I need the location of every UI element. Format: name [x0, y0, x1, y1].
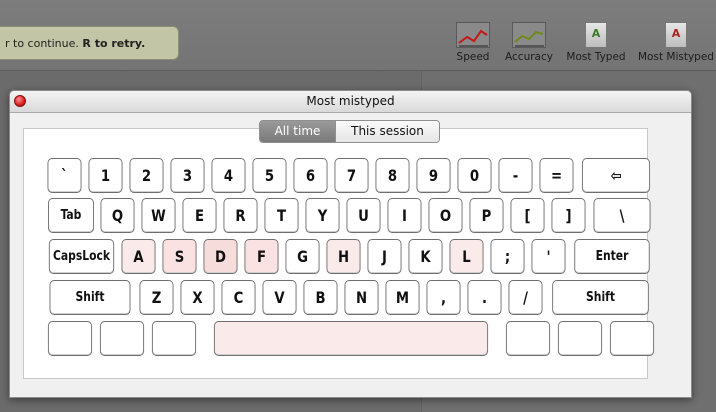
key-w: W: [141, 198, 176, 233]
key-9: 9: [416, 158, 451, 193]
key-a: A: [121, 239, 156, 274]
key-e: E: [182, 198, 217, 233]
key-3: 3: [170, 158, 205, 193]
key-5: 5: [252, 158, 287, 193]
keyboard-panel: ` 1 2 3 4 5 6 7 8 9 0- = ⇦ Tab Q W E R T Y U I O P[] \ CapsLock A S…: [23, 128, 655, 379]
key-backspace: ⇦: [581, 158, 651, 193]
speed-graph-icon: [456, 22, 490, 48]
key-g: G: [285, 239, 320, 274]
most-typed-label: Most Typed: [566, 51, 626, 63]
key-d: D: [203, 239, 238, 274]
key-enter: Enter: [574, 239, 650, 274]
key-f: F: [244, 239, 279, 274]
hint-text: r to continue.: [5, 37, 79, 50]
key-blank-4-6: [609, 321, 655, 356]
key-y: Y: [305, 198, 340, 233]
key-4: 4: [211, 158, 246, 193]
dialog-title: Most mistyped: [306, 94, 395, 108]
key-r: R: [223, 198, 258, 233]
key-m: M: [385, 280, 420, 315]
most-mistyped-label: Most Mistyped: [638, 51, 714, 63]
key-rbracket: ]: [551, 198, 586, 233]
key-k: K: [408, 239, 443, 274]
key-blank-4-3: [213, 321, 489, 356]
key-equals: =: [539, 158, 574, 193]
dialog-titlebar[interactable]: Most mistyped: [10, 91, 691, 113]
tab-this-session[interactable]: This session: [335, 121, 439, 142]
key-blank-4-0: [47, 321, 93, 356]
key-i: I: [387, 198, 422, 233]
key-blank-4-4: [505, 321, 551, 356]
key-b: B: [303, 280, 338, 315]
key-comma: ,: [426, 280, 461, 315]
most-mistyped-dialog: Most mistyped All time This session ` 1 2 3…: [9, 90, 692, 398]
key-h: H: [326, 239, 361, 274]
most-typed-icon: A: [585, 22, 607, 48]
key-1: 1: [88, 158, 123, 193]
key-backslash: \: [593, 198, 651, 233]
hint-box: r to continue. R to retry.: [0, 26, 179, 60]
key-shift: Shift: [552, 280, 649, 315]
key-lbracket: [: [510, 198, 545, 233]
key-slash: /: [508, 280, 543, 315]
key-blank-4-2: [151, 321, 197, 356]
key-s: S: [162, 239, 197, 274]
close-icon[interactable]: [14, 95, 26, 107]
app-toolbar: r to continue. R to retry. Speed Accurac…: [0, 0, 716, 71]
key-tab: Tab: [48, 198, 94, 233]
key-x: X: [180, 280, 215, 315]
key-backtick: `: [47, 158, 82, 193]
key-blank-4-1: [99, 321, 145, 356]
most-mistyped-icon: A: [665, 22, 687, 48]
accuracy-graph-icon: [512, 22, 546, 48]
speed-label: Speed: [456, 51, 490, 63]
key-t: T: [264, 198, 299, 233]
key-p: P: [469, 198, 504, 233]
key-n: N: [344, 280, 379, 315]
key-blank-4-5: [557, 321, 603, 356]
time-range-toggle: All time This session: [259, 120, 440, 143]
key-semicolon: ;: [490, 239, 525, 274]
key-v: V: [262, 280, 297, 315]
key-capslock: CapsLock: [48, 239, 115, 274]
key-q: Q: [100, 198, 135, 233]
most-mistyped-button[interactable]: A Most Mistyped: [638, 22, 714, 63]
key-7: 7: [334, 158, 369, 193]
key-shift: Shift: [49, 280, 131, 315]
accuracy-label: Accuracy: [505, 51, 553, 63]
key-period: .: [467, 280, 502, 315]
accuracy-button[interactable]: Accuracy: [505, 22, 553, 63]
key-l: L: [449, 239, 484, 274]
key-u: U: [346, 198, 381, 233]
most-typed-button[interactable]: A Most Typed: [565, 22, 627, 63]
key-j: J: [367, 239, 402, 274]
key-6: 6: [293, 158, 328, 193]
key-0: 0: [457, 158, 492, 193]
key-2: 2: [129, 158, 164, 193]
hint-bold-text: R to retry.: [82, 37, 146, 50]
key-o: O: [428, 198, 463, 233]
speed-button[interactable]: Speed: [453, 22, 493, 63]
key-c: C: [221, 280, 256, 315]
key-minus: -: [498, 158, 533, 193]
key-8: 8: [375, 158, 410, 193]
key-z: Z: [139, 280, 174, 315]
key-quote: ': [531, 239, 566, 274]
tab-all-time[interactable]: All time: [260, 121, 335, 142]
